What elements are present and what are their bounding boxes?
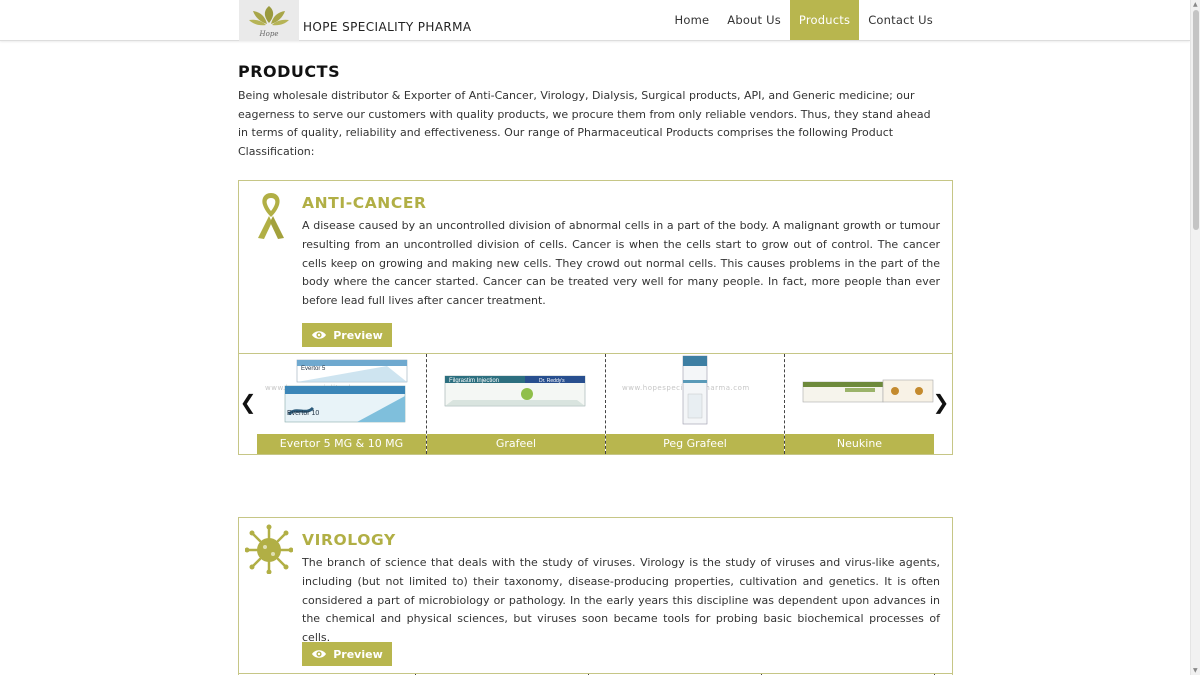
product-image[interactable]: www.hopespecialitypharma.com Evertor 5 E…: [257, 354, 426, 434]
carousel-next-icon[interactable]: ❯: [932, 390, 950, 414]
category-description: The branch of science that deals with th…: [302, 556, 940, 645]
page-title: PRODUCTS: [238, 62, 341, 81]
preview-label: Preview: [333, 328, 383, 342]
product-card[interactable]: Filgrastim Injection Dr. Reddy's Grafeel: [427, 354, 606, 454]
scroll-thumb[interactable]: [1193, 10, 1199, 230]
product-name[interactable]: Evertor 5 MG & 10 MG: [257, 434, 426, 454]
preview-button[interactable]: Preview: [302, 642, 392, 666]
logo-script: Hope: [259, 30, 279, 38]
nav-products[interactable]: Products: [789, 0, 860, 40]
category-card-anti-cancer: ANTI-CANCER A disease caused by an uncon…: [238, 180, 953, 455]
page-scrollbar[interactable]: ▲ ▼: [1190, 0, 1200, 675]
product-image[interactable]: Filgrastim Injection Dr. Reddy's: [427, 354, 605, 434]
product-carousel: ❮ www.hopespecialitypharma.com Evertor 5: [239, 353, 952, 454]
product-card[interactable]: Neukine: [785, 354, 934, 454]
eye-icon: [312, 650, 327, 658]
carousel-slides: www.hopespecialitypharma.com Evertor 5 E…: [257, 354, 935, 454]
eye-icon: [312, 331, 327, 339]
lotus-logo-icon: Hope: [249, 6, 289, 38]
category-description: A disease caused by an uncontrolled divi…: [302, 219, 940, 308]
product-card[interactable]: www.hopespecialitypharma.com Peg Grafeel: [606, 354, 785, 454]
preview-label: Preview: [333, 647, 383, 661]
main-nav: Home About Us Products Contact Us: [665, 0, 942, 40]
box-label: Evertor 5: [301, 366, 326, 372]
product-name[interactable]: Peg Grafeel: [606, 434, 784, 454]
nav-home[interactable]: Home: [665, 0, 718, 40]
product-card[interactable]: www.hopespecialitypharma.com Evertor 5 E…: [257, 354, 427, 454]
product-name[interactable]: Grafeel: [427, 434, 605, 454]
virus-icon: [244, 522, 294, 578]
category-card-virology: VIROLOGY The branch of science that deal…: [238, 517, 953, 675]
scroll-down-arrow-icon[interactable]: ▼: [1193, 667, 1198, 674]
box-label: Dr. Reddy's: [539, 378, 565, 384]
brand-name[interactable]: HOPE SPECIALITY PHARMA: [303, 20, 472, 34]
logo[interactable]: Hope: [239, 0, 299, 41]
preview-button[interactable]: Preview: [302, 323, 392, 347]
carousel-prev-icon[interactable]: ❮: [239, 390, 257, 414]
site-header: Hope HOPE SPECIALITY PHARMA Home About U…: [0, 0, 1190, 41]
ribbon-icon: [249, 189, 293, 247]
product-image[interactable]: www.hopespecialitypharma.com: [606, 354, 784, 434]
nav-contact-us[interactable]: Contact Us: [859, 0, 942, 40]
box-label: Evertor 10: [287, 410, 319, 417]
box-label: Filgrastim Injection: [449, 378, 499, 384]
product-name[interactable]: Neukine: [785, 434, 934, 454]
category-title: VIROLOGY: [302, 531, 396, 549]
category-title: ANTI-CANCER: [302, 194, 427, 212]
nav-about-us[interactable]: About Us: [718, 0, 790, 40]
scroll-up-arrow-icon[interactable]: ▲: [1193, 1, 1198, 8]
intro-paragraph: Being wholesale distributor & Exporter o…: [238, 89, 931, 159]
product-image[interactable]: [785, 354, 934, 434]
